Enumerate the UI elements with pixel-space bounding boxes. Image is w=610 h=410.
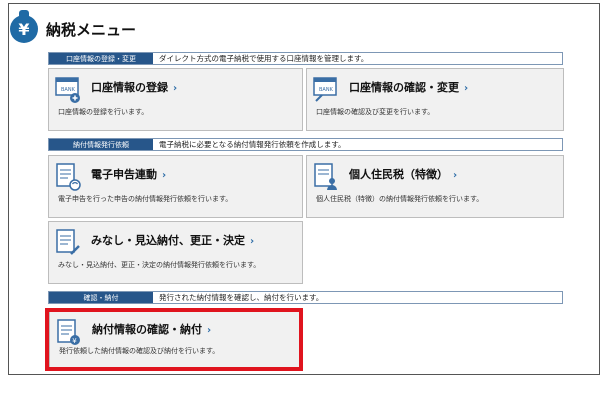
- payment-confirm-icon: ¥: [55, 318, 83, 348]
- chevron-right-icon: ›: [162, 170, 167, 181]
- section-header-request: 納付情報発行依頼 電子納税に必要となる納付情報発行依頼を作成します。: [48, 138, 563, 151]
- svg-text:¥: ¥: [72, 337, 77, 345]
- card-title[interactable]: みなし・見込納付、更正・決定 ›: [91, 232, 254, 248]
- e-filing-link-icon: [54, 162, 82, 192]
- card-description: 口座情報の登録を行います。: [58, 108, 149, 116]
- card-description: 口座情報の確認及び変更を行います。: [316, 108, 435, 116]
- card-title[interactable]: 口座情報の確認・変更 ›: [349, 79, 468, 95]
- section-description: ダイレクト方式の電子納税で使用する口座情報を管理します。: [159, 54, 369, 63]
- svg-text:BANK: BANK: [61, 87, 76, 93]
- section-description: 電子納税に必要となる納付情報発行依頼を作成します。: [159, 140, 346, 149]
- resident-tax-icon: [312, 162, 340, 192]
- section-label: 口座情報の登録・変更: [49, 53, 153, 64]
- card-resident-tax[interactable]: 個人住民税（特徴） › 個人住民税（特徴）の納付情報発行依頼を行います。: [306, 155, 564, 218]
- chevron-right-icon: ›: [453, 170, 458, 181]
- chevron-right-icon: ›: [464, 83, 469, 94]
- section-header-account: 口座情報の登録・変更 ダイレクト方式の電子納税で使用する口座情報を管理します。: [48, 52, 563, 65]
- deemed-payment-icon: [54, 228, 82, 258]
- page-title: 納税メニュー: [46, 20, 137, 39]
- card-payment-confirm[interactable]: ¥ 納付情報の確認・納付 › 発行依頼した納付情報の確認及び納付を行います。: [49, 311, 300, 368]
- page-header: ¥ 納税メニュー: [10, 10, 137, 44]
- card-title[interactable]: 口座情報の登録 ›: [91, 79, 177, 95]
- card-description: 電子申告を行った申告の納付情報発行依頼を行います。: [58, 195, 233, 203]
- card-title[interactable]: 電子申告連動 ›: [91, 166, 166, 182]
- bank-register-icon: BANK: [54, 75, 82, 105]
- card-description: みなし・見込納付、更正・決定の納付情報発行依頼を行います。: [58, 261, 261, 269]
- yen-moneybag-icon: ¥: [10, 10, 38, 43]
- section-header-confirm: 確認・納付 発行された納付情報を確認し、納付を行います。: [48, 291, 563, 304]
- card-deemed-payment[interactable]: みなし・見込納付、更正・決定 › みなし・見込納付、更正・決定の納付情報発行依頼を…: [48, 221, 303, 284]
- chevron-right-icon: ›: [250, 236, 255, 247]
- section-description: 発行された納付情報を確認し、納付を行います。: [159, 293, 324, 302]
- card-account-edit[interactable]: BANK 口座情報の確認・変更 › 口座情報の確認及び変更を行います。: [306, 68, 564, 131]
- card-e-filing-link[interactable]: 電子申告連動 › 電子申告を行った申告の納付情報発行依頼を行います。: [48, 155, 303, 218]
- bank-edit-icon: BANK: [312, 75, 340, 105]
- card-description: 個人住民税（特徴）の納付情報発行依頼を行います。: [316, 195, 484, 203]
- card-description: 発行依頼した納付情報の確認及び納付を行います。: [59, 347, 220, 355]
- card-account-register[interactable]: BANK 口座情報の登録 › 口座情報の登録を行います。: [48, 68, 303, 131]
- svg-text:BANK: BANK: [319, 87, 334, 93]
- chevron-right-icon: ›: [207, 325, 212, 336]
- chevron-right-icon: ›: [173, 83, 178, 94]
- card-title[interactable]: 納付情報の確認・納付 ›: [92, 321, 211, 337]
- section-label: 確認・納付: [49, 292, 153, 303]
- section-label: 納付情報発行依頼: [49, 139, 153, 150]
- card-title[interactable]: 個人住民税（特徴） ›: [349, 166, 457, 182]
